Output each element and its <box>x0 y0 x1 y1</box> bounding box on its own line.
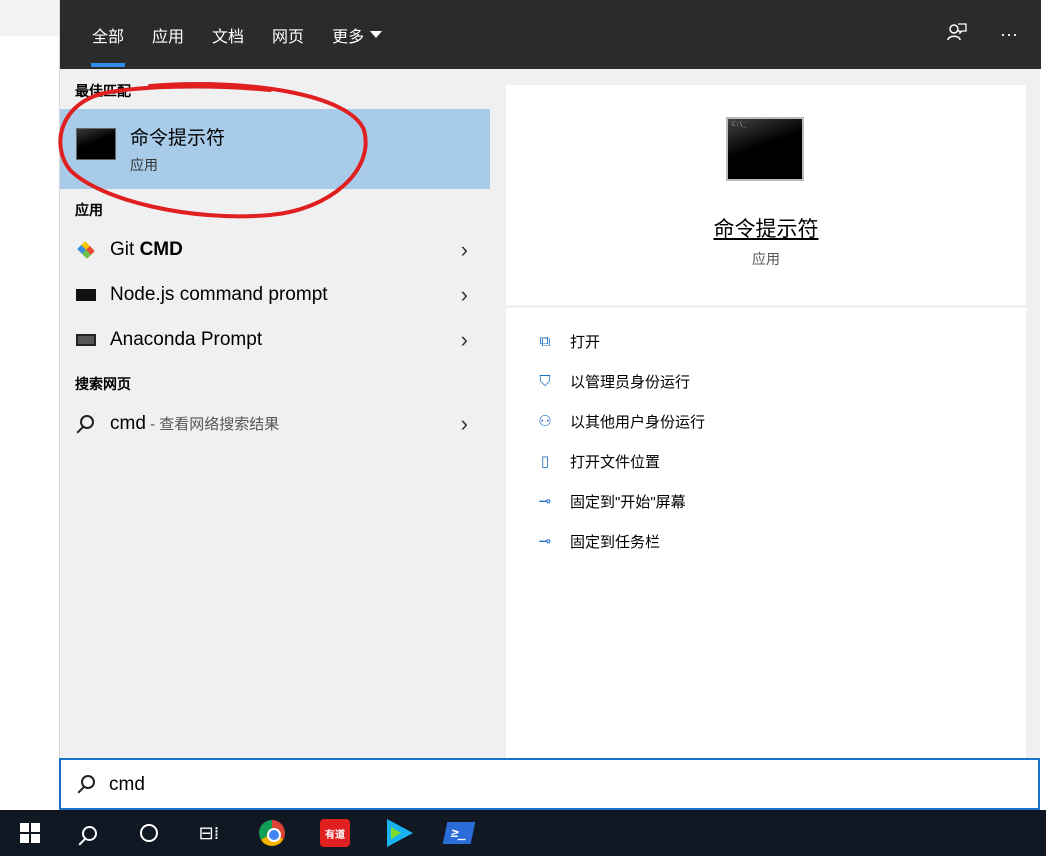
search-header: 全部 应用 文档 网页 更多 ··· <box>60 0 1041 69</box>
app-name: Git <box>110 239 140 260</box>
git-icon <box>77 241 95 259</box>
web-heading: 搜索网页 <box>75 376 131 392</box>
chevron-right-icon[interactable]: › <box>461 237 468 263</box>
cortana-icon <box>140 824 158 842</box>
app-label: Git CMD <box>110 239 183 261</box>
action-label: 打开 <box>570 333 601 351</box>
search-box[interactable] <box>59 758 1040 810</box>
app-item-anaconda[interactable]: Anaconda Prompt › <box>60 319 490 363</box>
app-label: Node.js command prompt <box>110 284 328 306</box>
tab-label: 更多 <box>332 28 365 46</box>
search-flyout: 全部 应用 文档 网页 更多 ··· 最佳匹配 命令提示符 应用 应用 Git … <box>59 0 1041 810</box>
video-player-icon <box>387 819 413 847</box>
start-button[interactable] <box>5 810 55 856</box>
web-search-item[interactable]: cmd - 查看网络搜索结果 › <box>60 403 490 447</box>
powershell-icon: ≥_ <box>442 822 476 844</box>
background-strip <box>0 0 60 36</box>
feedback-icon[interactable] <box>945 21 969 48</box>
search-icon <box>81 775 95 789</box>
tab-web[interactable]: 网页 <box>258 0 318 69</box>
tab-apps[interactable]: 应用 <box>138 0 198 69</box>
search-input[interactable] <box>109 770 989 800</box>
tab-more[interactable]: 更多 <box>318 0 396 69</box>
powershell-button[interactable]: ≥_ <box>434 810 484 856</box>
action-label: 以管理员身份运行 <box>570 373 691 391</box>
app-item-git-cmd[interactable]: Git CMD › <box>60 229 490 273</box>
tab-documents[interactable]: 文档 <box>198 0 258 69</box>
best-match-name: 命令提示符 <box>130 128 226 149</box>
action-label: 固定到"开始"屏幕 <box>570 493 686 511</box>
anaconda-icon <box>76 334 96 346</box>
nodejs-icon <box>76 289 96 301</box>
command-prompt-icon <box>76 128 116 160</box>
app-name-highlight: CMD <box>139 239 183 260</box>
action-run-as-other-user[interactable]: ⚇ 以其他用户身份运行 <box>534 406 705 436</box>
search-icon <box>81 825 97 841</box>
command-prompt-large-icon: C:\_ <box>726 117 804 181</box>
pin-taskbar-icon: ⊸ <box>538 533 552 550</box>
results-list: 最佳匹配 命令提示符 应用 应用 Git CMD › Node.js comma… <box>60 69 490 759</box>
run-as-other-user-icon: ⚇ <box>538 413 552 430</box>
action-label: 打开文件位置 <box>570 453 661 471</box>
action-label: 固定到任务栏 <box>570 533 661 551</box>
web-suffix: - 查看网络搜索结果 <box>145 416 280 433</box>
run-as-admin-icon: ⛉ <box>539 372 551 390</box>
preview-kind: 应用 <box>752 251 780 267</box>
action-run-as-admin[interactable]: ⛉ 以管理员身份运行 <box>534 366 690 396</box>
chrome-button[interactable] <box>247 810 297 856</box>
youdao-button[interactable]: 有道 <box>310 810 360 856</box>
chevron-right-icon[interactable]: › <box>461 411 468 437</box>
chrome-icon <box>259 820 285 846</box>
apps-heading: 应用 <box>75 202 103 218</box>
more-options-icon[interactable]: ··· <box>997 24 1021 45</box>
open-icon: ⧉ <box>539 332 551 350</box>
task-view-button[interactable]: ⊟⁞ <box>184 810 234 856</box>
tab-label: 网页 <box>272 28 305 46</box>
best-match-heading: 最佳匹配 <box>75 83 131 99</box>
action-open[interactable]: ⧉ 打开 <box>534 326 600 356</box>
tab-label: 文档 <box>212 28 245 46</box>
app-name: Anaconda Prompt <box>110 329 263 350</box>
tab-all[interactable]: 全部 <box>78 0 138 69</box>
app-label: Anaconda Prompt <box>110 329 262 351</box>
chevron-right-icon[interactable]: › <box>461 282 468 308</box>
cortana-button[interactable] <box>124 810 174 856</box>
taskbar-search-button[interactable] <box>64 810 114 856</box>
tab-label: 全部 <box>92 28 125 46</box>
tab-label: 应用 <box>152 28 185 46</box>
best-match-kind: 应用 <box>130 157 158 173</box>
search-tabs: 全部 应用 文档 网页 更多 <box>78 0 396 69</box>
best-match-item[interactable]: 命令提示符 应用 <box>60 109 490 189</box>
preview-title[interactable]: 命令提示符 <box>506 213 1026 243</box>
preview-pane: C:\_ 命令提示符 应用 <box>506 85 1026 305</box>
action-label: 以其他用户身份运行 <box>570 413 706 431</box>
action-pin-to-taskbar[interactable]: ⊸ 固定到任务栏 <box>534 526 660 556</box>
file-location-icon: ▯ <box>540 453 550 470</box>
taskbar: ⊟⁞ 有道 ≥_ <box>0 810 1046 856</box>
app-name: Node.js command prompt <box>110 284 328 305</box>
video-player-button[interactable] <box>375 810 425 856</box>
action-list: ⧉ 打开 ⛉ 以管理员身份运行 ⚇ 以其他用户身份运行 ▯ 打开文件位置 ⊸ 固… <box>506 308 1026 758</box>
task-view-icon: ⊟⁞ <box>198 822 220 844</box>
web-label: cmd - 查看网络搜索结果 <box>110 413 279 435</box>
action-open-file-location[interactable]: ▯ 打开文件位置 <box>534 446 660 476</box>
icon-caption: C:\_ <box>732 121 747 128</box>
windows-icon <box>20 823 40 843</box>
pin-start-icon: ⊸ <box>538 493 552 510</box>
app-item-nodejs[interactable]: Node.js command prompt › <box>60 274 490 318</box>
chevron-right-icon[interactable]: › <box>461 327 468 353</box>
youdao-icon: 有道 <box>320 819 350 847</box>
web-query: cmd <box>110 413 146 434</box>
search-icon <box>80 415 94 429</box>
caret-down-icon <box>370 31 383 38</box>
action-pin-to-start[interactable]: ⊸ 固定到"开始"屏幕 <box>534 486 686 516</box>
